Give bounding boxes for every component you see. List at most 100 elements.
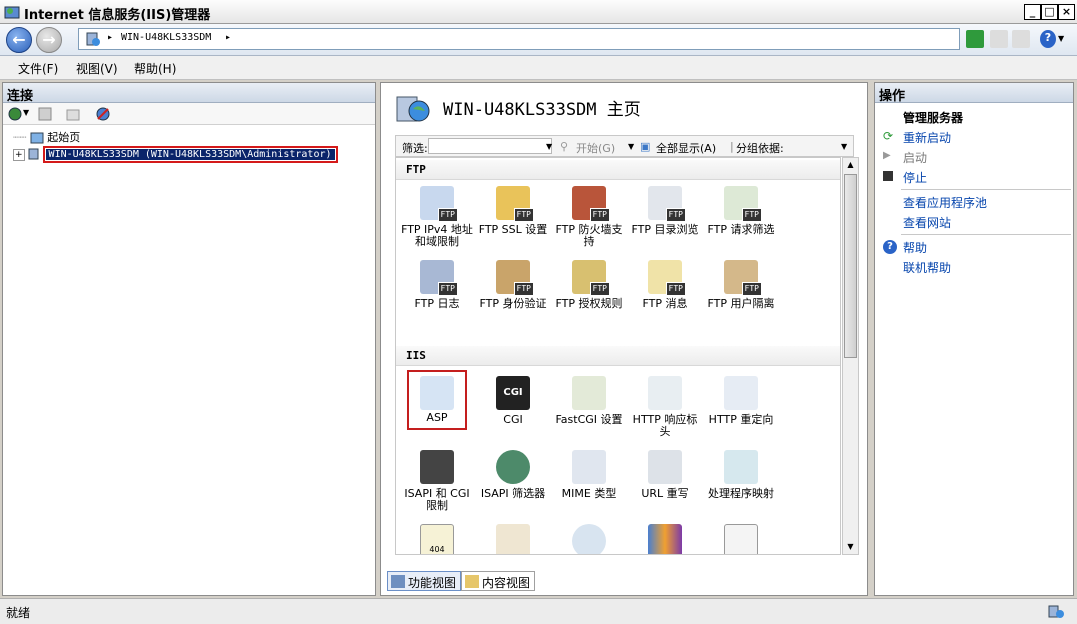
- compression-icon: [572, 524, 606, 554]
- save-icon[interactable]: [37, 106, 53, 122]
- feature-label: FTP 请求筛选: [707, 223, 775, 236]
- page-title: WIN-U48KLS33SDM 主页: [443, 100, 641, 120]
- feature-isapi-cgi[interactable]: ISAPI 和 CGI 限制: [400, 450, 474, 512]
- feature-cgi[interactable]: CGI CGI: [476, 376, 550, 426]
- error-404-icon: 404: [420, 524, 454, 554]
- feature-ftp-directory[interactable]: FTP FTP 目录浏览: [628, 186, 702, 236]
- refresh-icon[interactable]: [966, 30, 984, 48]
- stop-link[interactable]: 停止: [903, 169, 927, 186]
- feature-error-pages[interactable]: 404: [400, 524, 474, 554]
- feature-ftp-message[interactable]: FTP FTP 消息: [628, 260, 702, 310]
- start-link[interactable]: 启动: [903, 149, 927, 166]
- feature-fastcgi[interactable]: FastCGI 设置: [552, 376, 626, 426]
- features-view: FTP FTP FTP IPv4 地址和域限制 FTP FTP SSL 设置 F…: [395, 157, 841, 555]
- status-text: 就绪: [6, 606, 31, 620]
- feature-ftp-ssl[interactable]: FTP FTP SSL 设置: [476, 186, 550, 236]
- group-by-label[interactable]: 分组依据:: [736, 140, 784, 156]
- feature-handler-mappings[interactable]: 处理程序映射: [704, 450, 778, 500]
- scroll-thumb[interactable]: [844, 174, 857, 358]
- tab-features-view[interactable]: 功能视图: [387, 571, 462, 591]
- feature-label: ASP: [426, 411, 448, 424]
- connect-globe-icon[interactable]: [7, 106, 23, 122]
- view-sites-link[interactable]: 查看网站: [903, 214, 951, 231]
- server-icon: [28, 148, 39, 160]
- tree-item-server[interactable]: + WIN-U48KLS33SDM (WIN-U48KLS33SDM\Admin…: [13, 146, 338, 163]
- features-scrollbar[interactable]: ▲ ▼: [842, 157, 859, 555]
- show-all-button[interactable]: 全部显示(A): [656, 140, 716, 156]
- feature-label: ISAPI 和 CGI 限制: [404, 487, 470, 512]
- home-icon[interactable]: [1012, 30, 1030, 48]
- ftp-ip-restrict-icon: FTP: [420, 186, 458, 222]
- scroll-up-icon[interactable]: ▲: [844, 158, 857, 172]
- ftp-ssl-icon: FTP: [496, 186, 534, 222]
- feature-url-rewrite[interactable]: URL 重写: [628, 450, 702, 500]
- back-button[interactable]: ←: [6, 27, 32, 53]
- filter-input[interactable]: [428, 138, 552, 154]
- tree-item-label: 起始页: [47, 131, 81, 144]
- feature-certificates[interactable]: [476, 524, 550, 554]
- tab-label: 内容视图: [482, 576, 531, 590]
- default-doc-icon: [648, 524, 682, 554]
- disconnect-icon[interactable]: [95, 106, 111, 122]
- feature-ftp-ip-restrict[interactable]: FTP FTP IPv4 地址和域限制: [400, 186, 474, 248]
- feature-asp[interactable]: ASP: [400, 370, 474, 430]
- server-icon: [86, 32, 100, 46]
- chevron-down-icon[interactable]: ▼: [546, 142, 552, 151]
- feature-ftp-user-isolation[interactable]: FTP FTP 用户隔离: [704, 260, 778, 310]
- menu-help[interactable]: 帮助(H): [134, 60, 176, 77]
- feature-ftp-log[interactable]: FTP FTP 日志: [400, 260, 474, 310]
- scroll-down-icon[interactable]: ▼: [844, 540, 857, 554]
- chevron-down-icon[interactable]: ▼: [23, 108, 29, 117]
- ftp-message-icon: FTP: [648, 260, 686, 296]
- menu-file[interactable]: 文件(F): [18, 60, 58, 77]
- help-icon: ?: [883, 240, 897, 254]
- separator: |: [730, 140, 734, 153]
- start-filter-button[interactable]: 开始(G): [576, 140, 615, 156]
- restart-link[interactable]: 重新启动: [903, 129, 951, 146]
- chevron-down-icon[interactable]: ▼: [1058, 34, 1068, 52]
- help-link[interactable]: 帮助: [903, 239, 927, 256]
- tree-item-start-page[interactable]: ┈┈ 起始页: [13, 129, 80, 145]
- feature-default-document[interactable]: [628, 524, 702, 554]
- breadcrumb-server[interactable]: WIN-U48KLS33SDM: [121, 32, 211, 43]
- section-header-iis: IIS: [396, 346, 840, 366]
- mime-icon: [572, 450, 606, 484]
- help-icon[interactable]: ?: [1040, 30, 1056, 48]
- feature-ftp-firewall[interactable]: FTP FTP 防火墙支持: [552, 186, 626, 248]
- manage-server-header: 管理服务器: [903, 111, 964, 125]
- cgi-icon: CGI: [496, 376, 530, 410]
- menu-view[interactable]: 视图(V): [76, 60, 118, 77]
- stop-icon[interactable]: [990, 30, 1008, 48]
- window-title: Internet 信息服务(IIS)管理器: [24, 8, 211, 23]
- feature-mime[interactable]: MIME 类型: [552, 450, 626, 500]
- tree-expand-icon[interactable]: +: [13, 149, 25, 161]
- feature-ftp-request-filter[interactable]: FTP FTP 请求筛选: [704, 186, 778, 236]
- feature-document-check[interactable]: [704, 524, 778, 554]
- chevron-down-icon[interactable]: ▼: [841, 142, 847, 151]
- feature-label: HTTP 响应标头: [632, 413, 698, 438]
- feature-isapi-filter[interactable]: ISAPI 筛选器: [476, 450, 550, 500]
- address-field[interactable]: ▸ WIN-U48KLS33SDM ▸: [78, 28, 960, 50]
- chevron-down-icon[interactable]: ▼: [628, 142, 634, 151]
- up-level-icon[interactable]: [65, 106, 81, 122]
- tab-content-view[interactable]: 内容视图: [461, 571, 536, 591]
- feature-compression[interactable]: [552, 524, 626, 554]
- feature-ftp-authz[interactable]: FTP FTP 授权规则: [552, 260, 626, 310]
- arrow-left-icon: ←: [12, 30, 26, 49]
- feature-http-headers[interactable]: HTTP 响应标头: [628, 376, 702, 438]
- feature-http-redirect[interactable]: HTTP 重定向: [704, 376, 778, 426]
- maximize-button[interactable]: □: [1041, 4, 1058, 20]
- fastcgi-icon: [572, 376, 606, 410]
- forward-button[interactable]: →: [36, 27, 62, 53]
- view-app-pools-link[interactable]: 查看应用程序池: [903, 194, 987, 211]
- title-bar: Internet 信息服务(IIS)管理器 _ □ ×: [0, 0, 1077, 24]
- close-button[interactable]: ×: [1058, 4, 1075, 20]
- feature-label: HTTP 重定向: [708, 413, 774, 426]
- start-page-icon: [30, 132, 44, 144]
- minimize-button[interactable]: _: [1024, 4, 1041, 20]
- ftp-log-icon: FTP: [420, 260, 458, 296]
- breadcrumb-separator: ▸: [225, 32, 232, 43]
- online-help-link[interactable]: 联机帮助: [903, 259, 951, 276]
- divider: [901, 234, 1071, 235]
- feature-ftp-auth[interactable]: FTP FTP 身份验证: [476, 260, 550, 310]
